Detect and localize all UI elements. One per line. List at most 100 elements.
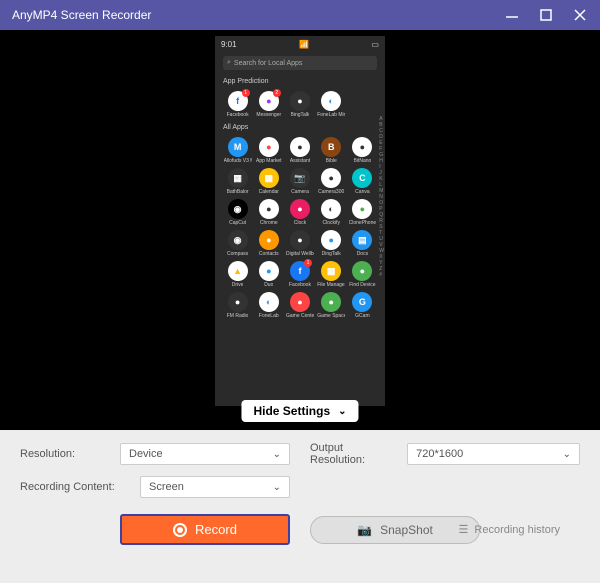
app-item[interactable]: ▤Docs [348, 230, 377, 257]
app-icon: G [352, 292, 372, 312]
app-item[interactable]: ●DingTalk [317, 230, 346, 257]
app-label: Calendar [259, 189, 279, 195]
battery-icon: ▭ [371, 40, 379, 49]
app-item[interactable]: ●ClonePhone [348, 199, 377, 226]
app-item[interactable]: 📷Camera [285, 168, 314, 195]
resolution-select[interactable]: Device ⌄ [120, 443, 290, 465]
app-icon: ▦ [259, 168, 279, 188]
app-label: App Market [256, 158, 282, 164]
app-icon: ● [352, 137, 372, 157]
app-icon: ● [321, 168, 341, 188]
record-icon [173, 523, 187, 537]
app-item[interactable]: GGCam [348, 292, 377, 319]
app-item[interactable]: ●Contacts [254, 230, 283, 257]
app-item[interactable]: MAllofuds V3 Mobile Pay [223, 137, 252, 164]
app-item[interactable]: ●Assistant [285, 137, 314, 164]
app-item[interactable]: ◐FoneLab Mirror [317, 91, 346, 118]
app-item[interactable]: f1Facebook [223, 91, 252, 118]
app-item[interactable]: ▦File Manager [317, 261, 346, 288]
content-select[interactable]: Screen ⌄ [140, 476, 290, 498]
app-item[interactable]: ●Digital Wellbeing [285, 230, 314, 257]
phone-statusbar: 9:01 📶 ▭ [215, 36, 385, 52]
app-label: BathBalor [227, 189, 249, 195]
app-icon: ● [352, 199, 372, 219]
app-item[interactable]: ◐FoneLab [254, 292, 283, 319]
snapshot-label: SnapShot [380, 523, 433, 537]
app-icon: ◐ [321, 199, 341, 219]
search-placeholder: Search for Local Apps [234, 60, 303, 67]
hide-settings-label: Hide Settings [253, 404, 330, 418]
prediction-grid: f1Facebook●2Messenger●BingTalk◐FoneLab M… [215, 89, 385, 120]
app-item[interactable]: ●Duo [254, 261, 283, 288]
app-item[interactable]: CCanva [348, 168, 377, 195]
record-label: Record [195, 522, 237, 537]
section-prediction: App Prediction [215, 74, 385, 89]
app-icon: ● [321, 230, 341, 250]
chevron-down-icon: ⌄ [273, 449, 281, 460]
phone-time: 9:01 [221, 40, 237, 49]
app-label: BitNano [354, 158, 372, 164]
history-link[interactable]: ☰ Recording history [459, 523, 560, 536]
app-label: FoneLab [259, 313, 279, 319]
app-item[interactable]: ●Chrome [254, 199, 283, 226]
app-label: Clock [294, 220, 307, 226]
app-label: ClonePhone [349, 220, 377, 226]
app-icon: ▤ [352, 230, 372, 250]
app-item[interactable]: ●Game Space [317, 292, 346, 319]
snapshot-button[interactable]: 📷 SnapShot [310, 516, 480, 544]
app-item[interactable]: ▦Calendar [254, 168, 283, 195]
app-item[interactable]: ▲Drive [223, 261, 252, 288]
app-item[interactable]: f1Facebook [285, 261, 314, 288]
chevron-down-icon: ⌄ [338, 406, 346, 417]
alpha-index[interactable]: ABCDEFGHIJKLMNOPQRSTUVWXYZ# [379, 116, 384, 278]
app-icon: ● [321, 292, 341, 312]
app-label: DingTalk [322, 251, 341, 257]
app-icon: 📷 [290, 168, 310, 188]
app-item[interactable]: ●FM Radio [223, 292, 252, 319]
notification-badge: 2 [273, 89, 281, 97]
app-item[interactable]: ◉Compass [223, 230, 252, 257]
hide-settings-button[interactable]: Hide Settings ⌄ [241, 400, 358, 422]
notification-badge: 1 [304, 259, 312, 267]
app-icon: ● [352, 261, 372, 281]
app-icon: ● [259, 199, 279, 219]
app-icon: ◐ [321, 91, 341, 111]
app-item[interactable]: BBible [317, 137, 346, 164]
app-item[interactable]: ▦BathBalor [223, 168, 252, 195]
app-item[interactable]: ●Camera300 [317, 168, 346, 195]
notification-badge: 1 [242, 89, 250, 97]
app-label: Camera300 [318, 189, 344, 195]
alpha-letter[interactable]: # [379, 272, 384, 278]
app-label: Facebook [289, 282, 311, 288]
app-label: Camera [291, 189, 309, 195]
app-item[interactable]: ●Find Device [348, 261, 377, 288]
maximize-icon[interactable] [538, 7, 554, 23]
app-icon: ◉ [228, 230, 248, 250]
history-label: Recording history [474, 524, 560, 536]
record-button[interactable]: Record [120, 514, 290, 545]
app-item[interactable]: ●App Market [254, 137, 283, 164]
app-item[interactable]: ●2Messenger [254, 91, 283, 118]
app-item[interactable]: ●Clock [285, 199, 314, 226]
app-item[interactable]: ●Game Center [285, 292, 314, 319]
wifi-icon: 📶 [299, 40, 309, 49]
search-icon: ⌕ [227, 59, 231, 67]
app-item[interactable]: ◐Clockify [317, 199, 346, 226]
app-icon: ● [290, 199, 310, 219]
app-label: Bible [326, 158, 337, 164]
app-item[interactable]: ●BitNano [348, 137, 377, 164]
close-icon[interactable] [572, 7, 588, 23]
app-item[interactable]: ◉CapCut [223, 199, 252, 226]
app-label: File Manager [317, 282, 345, 288]
app-label: Assistant [290, 158, 310, 164]
output-res-select[interactable]: 720*1600 ⌄ [407, 443, 580, 465]
phone-search[interactable]: ⌕ Search for Local Apps [223, 56, 377, 70]
all-apps-grid: MAllofuds V3 Mobile Pay●App Market●Assis… [215, 135, 385, 321]
minimize-icon[interactable] [504, 7, 520, 23]
app-label: Digital Wellbeing [286, 251, 314, 257]
resolution-label: Resolution: [20, 448, 110, 460]
app-label: Game Space [317, 313, 345, 319]
app-item[interactable]: ●BingTalk [285, 91, 314, 118]
app-label: Clockify [322, 220, 340, 226]
app-label: Messenger [256, 112, 281, 118]
